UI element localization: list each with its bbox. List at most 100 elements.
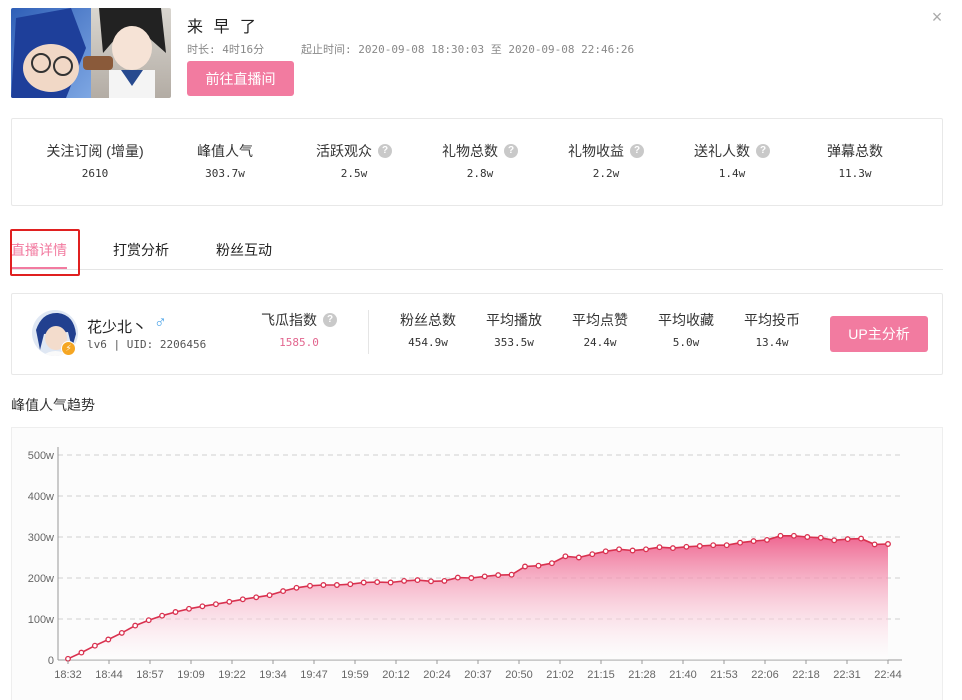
x-tick-label: 20:24: [423, 669, 451, 681]
help-icon[interactable]: ?: [378, 144, 392, 158]
x-tick-label: 21:15: [587, 669, 615, 681]
stream-cover-thumbnail[interactable]: [11, 8, 171, 98]
data-point: [562, 553, 569, 560]
stat-gift-count: 礼物总数? 2.8w: [420, 141, 540, 180]
stat-value: 353.5w: [494, 336, 534, 349]
stat-value: 24.4w: [583, 336, 617, 349]
help-icon[interactable]: ?: [504, 144, 518, 158]
data-point: [266, 592, 273, 599]
data-point: [790, 532, 797, 539]
help-icon[interactable]: ?: [323, 313, 337, 327]
data-point: [132, 622, 139, 629]
x-tick-label: 21:53: [710, 669, 738, 681]
duration-value: 4时16分: [222, 43, 265, 56]
data-point: [548, 560, 555, 567]
data-point: [441, 577, 448, 584]
stat-value: 13.4w: [755, 336, 789, 349]
data-point: [414, 577, 421, 584]
up-stat-avg-favorites: 平均收藏 5.0w: [641, 310, 731, 349]
stat-value: 454.9w: [408, 336, 448, 349]
up-stat-avg-plays: 平均播放 353.5w: [469, 310, 559, 349]
x-tick-label: 21:40: [669, 669, 697, 681]
detail-tabs: 直播详情 打赏分析 粉丝互动: [11, 230, 943, 270]
tab-live-details[interactable]: 直播详情: [11, 240, 67, 260]
stat-followers-increment: 关注订阅 (增量) 2610: [35, 141, 155, 180]
data-point: [280, 588, 287, 595]
up-stat-avg-likes: 平均点赞 24.4w: [555, 310, 645, 349]
stat-danmaku-count: 弹幕总数 11.3w: [795, 141, 915, 180]
data-point: [683, 543, 690, 550]
data-point: [723, 542, 730, 549]
data-point: [764, 536, 770, 543]
y-tick-label: 0: [48, 655, 54, 667]
up-analysis-button[interactable]: UP主分析: [830, 316, 928, 352]
data-point: [831, 537, 838, 544]
x-tick-label: 19:34: [259, 669, 287, 681]
data-point: [468, 575, 475, 581]
stat-value: 11.3w: [838, 167, 872, 180]
data-point: [186, 605, 192, 612]
uploader-level-uid: lv6 | UID: 2206456: [87, 338, 207, 351]
uploader-card: ⚡ 花少北丶 ♂ lv6 | UID: 2206456 飞瓜指数? 1585.0…: [11, 293, 943, 375]
data-point: [307, 582, 313, 589]
stat-label: 平均收藏: [658, 312, 714, 328]
stat-value: 2610: [81, 167, 109, 180]
go-to-live-room-button[interactable]: 前往直播间: [187, 61, 294, 96]
y-tick-label: 500w: [28, 450, 54, 462]
stat-value: 2.5w: [340, 167, 368, 180]
stat-value: 2.8w: [466, 167, 494, 180]
up-stat-avg-coins: 平均投币 13.4w: [727, 310, 817, 349]
x-tick-label: 19:22: [218, 669, 246, 681]
data-point: [172, 609, 179, 615]
help-icon[interactable]: ?: [630, 144, 644, 158]
help-icon[interactable]: ?: [756, 144, 770, 158]
divider: [368, 310, 369, 354]
stat-label: 关注订阅 (增量): [46, 143, 144, 159]
tab-fan-interaction[interactable]: 粉丝互动: [216, 240, 272, 260]
stat-label: 平均点赞: [572, 312, 628, 328]
data-point: [643, 546, 649, 553]
stat-value: 5.0w: [672, 336, 700, 349]
data-point: [239, 596, 246, 603]
x-tick-label: 18:32: [54, 669, 82, 681]
data-point: [347, 581, 354, 588]
data-point: [522, 563, 528, 570]
uploader-name[interactable]: 花少北丶: [87, 316, 147, 337]
y-tick-label: 300w: [28, 532, 54, 544]
x-tick-label: 19:59: [341, 669, 369, 681]
stat-label: 弹幕总数: [827, 143, 883, 159]
data-point: [629, 547, 636, 554]
chart-title: 峰值人气趋势: [11, 397, 95, 413]
x-tick-label: 18:57: [136, 669, 164, 681]
data-point: [804, 534, 811, 540]
stat-label: 送礼人数?: [694, 141, 770, 161]
x-tick-label: 19:09: [177, 669, 205, 681]
x-tick-label: 20:12: [382, 669, 410, 681]
data-point: [844, 536, 851, 543]
stream-stats-card: 关注订阅 (增量) 2610 峰值人气 303.7w 活跃观众? 2.5w 礼物…: [11, 118, 943, 206]
feigua-index: 飞瓜指数? 1585.0: [244, 310, 354, 349]
y-tick-label: 400w: [28, 491, 54, 503]
data-point: [481, 573, 488, 580]
stat-gift-senders: 送礼人数? 1.4w: [672, 141, 792, 180]
data-point: [535, 562, 542, 569]
feigua-index-label: 飞瓜指数?: [261, 310, 337, 330]
stat-value: 1.4w: [718, 167, 746, 180]
male-gender-icon: ♂: [154, 313, 167, 332]
data-point: [320, 582, 327, 588]
tab-tip-analysis[interactable]: 打赏分析: [113, 240, 169, 260]
stat-label: 峰值人气: [197, 143, 253, 159]
stat-label: 平均投币: [744, 312, 800, 328]
close-icon[interactable]: ×: [928, 8, 946, 26]
x-tick-label: 20:50: [505, 669, 533, 681]
stat-active-viewers: 活跃观众? 2.5w: [294, 141, 414, 180]
data-point: [602, 548, 609, 555]
data-point: [360, 579, 367, 586]
stat-label: 礼物总数?: [442, 141, 518, 161]
data-point: [374, 579, 381, 586]
x-tick-label: 20:37: [464, 669, 492, 681]
data-point: [817, 534, 824, 541]
data-point: [454, 574, 461, 581]
x-tick-label: 22:31: [833, 669, 861, 681]
data-point: [333, 582, 340, 588]
